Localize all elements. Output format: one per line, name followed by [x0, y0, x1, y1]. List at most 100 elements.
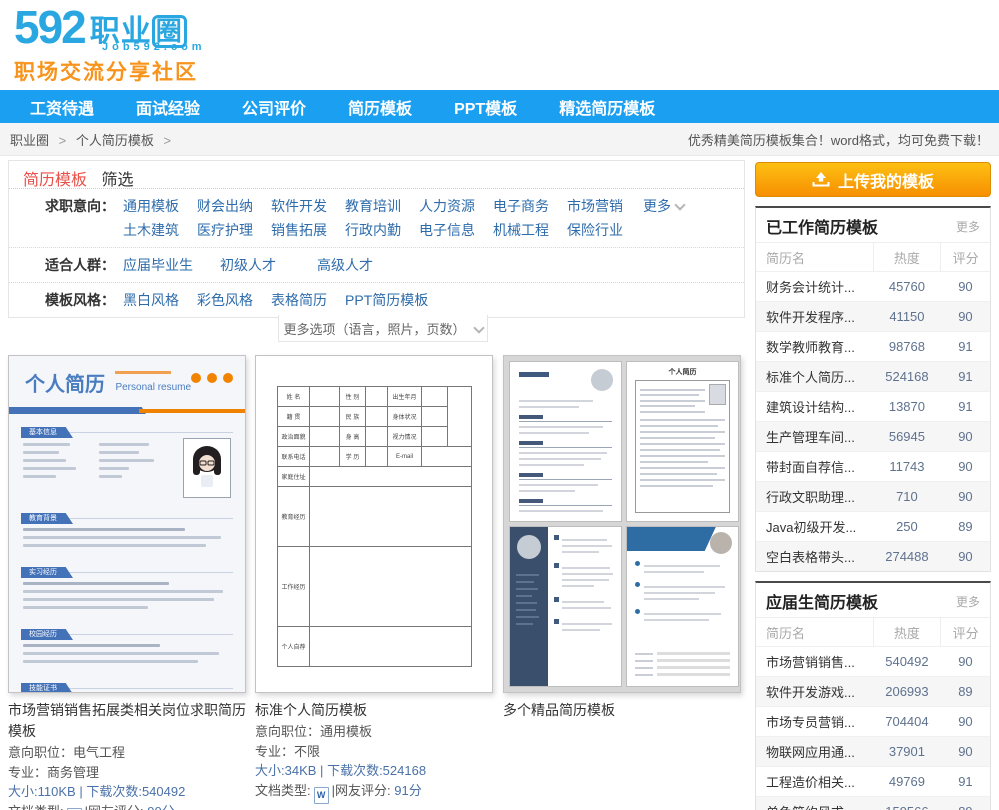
breadcrumb: 职业圈 > 个人简历模板 > — [10, 130, 177, 149]
resume-card-3: 个人简历 — [503, 355, 741, 722]
site-logo[interactable]: 592 职业圈 Job592.com 职场交流分享社区 — [14, 4, 206, 86]
section-title: 应届生简历模板 — [766, 589, 878, 613]
breadcrumb-home[interactable]: 职业圈 — [10, 133, 49, 148]
table-row[interactable]: 空白表格带头...27448890 — [756, 542, 990, 572]
avatar — [710, 532, 732, 554]
table-row[interactable]: 物联网应用通...3790190 — [756, 737, 990, 767]
upload-button-label: 上传我的模板 — [838, 168, 934, 192]
table-row[interactable]: 生产管理车间...5694590 — [756, 422, 990, 452]
nav-item-interview[interactable]: 面试经验 — [136, 95, 200, 119]
filter-option[interactable]: 黑白风格 — [123, 288, 197, 312]
filter-option[interactable]: 电子商务 — [493, 194, 567, 218]
filter-row-style: 模板风格： 黑白风格 彩色风格 表格简历 PPT简历模板 — [9, 282, 744, 317]
column-header-name: 简历名 — [756, 618, 873, 647]
filter-label: 适合人群： — [9, 253, 115, 277]
panel-subtitle: 筛选 — [101, 172, 133, 189]
filter-option[interactable]: 电子信息 — [419, 218, 493, 242]
table-row[interactable]: 建筑设计结构...1387091 — [756, 392, 990, 422]
mini-skill-bars — [635, 648, 730, 680]
nav-item-salary[interactable]: 工资待遇 — [30, 95, 94, 119]
breadcrumb-separator: > — [59, 133, 67, 148]
table-row[interactable]: 市场专员营销...70440490 — [756, 707, 990, 737]
more-intents-link[interactable]: 更多 — [643, 194, 684, 218]
resume-thumbnail-3[interactable]: 个人简历 — [503, 355, 741, 693]
card-caption: 市场营销销售拓展类相关岗位求职简历模板 意向职位：电气工程 专业：商务管理 大小… — [8, 700, 246, 810]
thumb1-subtitle-block: Personal resume — [115, 369, 191, 395]
thumb2-table: 姓 名性 别出生年月 籍 贯民 族身体状况 政治面貌身 高视力情况 联系电话学 … — [277, 386, 472, 667]
right-sidebar: 上传我的模板 已工作简历模板 更多 简历名 热度 评分 财务会计统计...457… — [755, 162, 991, 810]
filter-option[interactable]: PPT简历模板 — [345, 288, 428, 312]
table-row[interactable]: 数学教师教育...9876891 — [756, 332, 990, 362]
mini-sidebar — [510, 527, 548, 686]
card-title[interactable]: 多个精品简历模板 — [503, 700, 741, 721]
graduate-resume-section: 应届生简历模板 更多 简历名 热度 评分 市场营销销售...54049290 软… — [755, 581, 991, 810]
resume-rank-table: 简历名 热度 评分 财务会计统计...4576090 软件开发程序...4115… — [756, 242, 990, 571]
more-options-tab[interactable]: 更多选项（语言，照片，页数） — [278, 315, 488, 342]
column-header-heat: 热度 — [873, 243, 941, 272]
table-row[interactable]: 行政文职助理...71090 — [756, 482, 990, 512]
upload-template-button[interactable]: 上传我的模板 — [755, 162, 991, 197]
logo-number: 592 — [14, 4, 85, 50]
filter-option[interactable]: 应届毕业生 — [123, 253, 220, 277]
table-row[interactable]: 工程造价相关...4976991 — [756, 767, 990, 797]
filter-option[interactable]: 医疗护理 — [197, 218, 271, 242]
mini-table-outline — [635, 380, 730, 513]
more-link[interactable]: 更多 — [956, 593, 980, 610]
more-link[interactable]: 更多 — [956, 218, 980, 235]
avatar — [709, 384, 726, 405]
filter-option[interactable]: 人力资源 — [419, 194, 493, 218]
filter-option[interactable]: 财会出纳 — [197, 194, 271, 218]
nav-item-company[interactable]: 公司评价 — [242, 95, 306, 119]
table-row[interactable]: 市场营销销售...54049290 — [756, 647, 990, 677]
filter-option[interactable]: 彩色风格 — [197, 288, 271, 312]
card-caption: 标准个人简历模板 意向职位：通用模板 专业：不限 大小:34KB | 下载次数:… — [255, 700, 493, 804]
table-row[interactable]: 单色简约风求...15956689 — [756, 797, 990, 810]
thumb1-section-basic: 基本信息 — [21, 421, 233, 500]
breadcrumb-current[interactable]: 个人简历模板 — [76, 133, 154, 148]
table-row[interactable]: 带封面自荐信...1174390 — [756, 452, 990, 482]
table-row[interactable]: 软件开发程序...4115090 — [756, 302, 990, 332]
word-doc-icon: W — [314, 787, 329, 804]
card-caption: 多个精品简历模板 — [503, 700, 741, 721]
filter-option[interactable]: 销售拓展 — [271, 218, 345, 242]
filter-option[interactable]: 初级人才 — [220, 253, 317, 277]
column-header-name: 简历名 — [756, 243, 873, 272]
filter-label: 模板风格： — [9, 288, 115, 312]
card-title[interactable]: 标准个人简历模板 — [255, 700, 493, 721]
resume-card-1: 个人简历 Personal resume 基本信息 — [8, 355, 246, 810]
resume-card-2: 姓 名性 别出生年月 籍 贯民 族身体状况 政治面貌身 高视力情况 联系电话学 … — [255, 355, 493, 804]
card-title[interactable]: 市场营销销售拓展类相关岗位求职简历模板 — [8, 700, 246, 742]
filter-option[interactable]: 通用模板 — [123, 194, 197, 218]
page: 592 职业圈 Job592.com 职场交流分享社区 工资待遇 面试经验 公司… — [0, 0, 999, 810]
filter-option[interactable]: 软件开发 — [271, 194, 345, 218]
nav-item-resume[interactable]: 简历模板 — [348, 95, 412, 119]
avatar-girl-illustration — [187, 442, 227, 494]
filter-option[interactable]: 市场营销 — [567, 194, 623, 218]
table-row[interactable]: 财务会计统计...4576090 — [756, 272, 990, 302]
breadcrumb-separator: > — [164, 133, 172, 148]
column-header-score: 评分 — [941, 243, 990, 272]
mini-resume-title: 个人简历 — [627, 367, 738, 377]
mini-main — [548, 527, 621, 686]
table-row[interactable]: Java初级开发...25089 — [756, 512, 990, 542]
nav-item-ppt[interactable]: PPT模板 — [454, 95, 517, 119]
decorative-dots — [185, 370, 233, 388]
filter-row-intent: 求职意向： 通用模板 财会出纳 软件开发 教育培训 人力资源 电子商务 市场营销… — [9, 189, 744, 247]
more-options-label: 更多选项（语言，照片，页数） — [283, 319, 465, 338]
mini-resume-top-left — [509, 361, 622, 522]
thumb1-header: 个人简历 Personal resume — [9, 356, 245, 402]
resume-thumbnail-1[interactable]: 个人简历 Personal resume 基本信息 — [8, 355, 246, 693]
thumb1-section-skills: 技能证书 — [21, 677, 233, 693]
filter-option[interactable]: 高级人才 — [317, 253, 414, 277]
filter-option[interactable]: 行政内勤 — [345, 218, 419, 242]
nav-item-featured[interactable]: 精选简历模板 — [559, 95, 655, 119]
filter-option[interactable]: 机械工程 — [493, 218, 567, 242]
section-title: 已工作简历模板 — [766, 214, 878, 238]
filter-option[interactable]: 保险行业 — [567, 218, 623, 242]
filter-option[interactable]: 土木建筑 — [123, 218, 197, 242]
table-row[interactable]: 软件开发游戏...20699389 — [756, 677, 990, 707]
resume-thumbnail-2[interactable]: 姓 名性 别出生年月 籍 贯民 族身体状况 政治面貌身 高视力情况 联系电话学 … — [255, 355, 493, 693]
filter-option[interactable]: 教育培训 — [345, 194, 419, 218]
table-row[interactable]: 标准个人简历...52416891 — [756, 362, 990, 392]
filter-option[interactable]: 表格简历 — [271, 288, 345, 312]
